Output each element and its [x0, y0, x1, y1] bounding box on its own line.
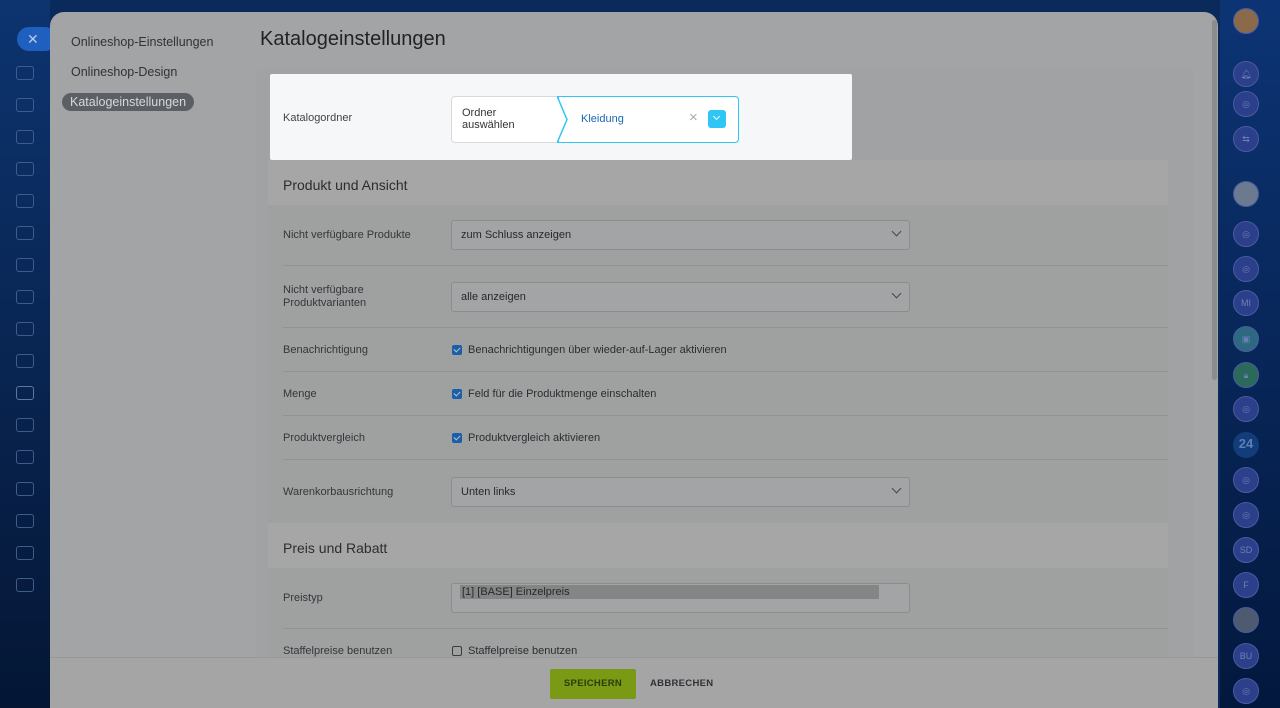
- notification-checkbox[interactable]: [452, 345, 462, 355]
- unavailable-products-select[interactable]: zum Schluss anzeigen: [451, 220, 910, 250]
- select-value: alle anzeigen: [461, 291, 526, 303]
- contact-avatar[interactable]: [1233, 607, 1259, 633]
- divider: [283, 371, 1168, 372]
- shop-cart-icon[interactable]: [16, 386, 34, 400]
- card-icon[interactable]: [16, 546, 34, 560]
- clear-icon[interactable]: ×: [689, 109, 698, 126]
- quantity-checkbox-label[interactable]: Feld für die Produktmenge einschalten: [468, 388, 656, 400]
- menu-item-shop-settings[interactable]: Onlineshop-Einstellungen: [71, 35, 213, 49]
- catalog-folder-field[interactable]: Kleidung ×: [557, 95, 739, 143]
- catalog-folder-row: Katalogordner Ordner auswählen Kleidung …: [270, 74, 852, 160]
- section-header-price: Preis und Rabatt: [268, 523, 1168, 568]
- unavailable-products-label: Nicht verfügbare Produkte: [283, 229, 411, 241]
- tier-prices-checkbox[interactable]: [452, 646, 462, 656]
- contact-badge[interactable]: F: [1233, 572, 1259, 598]
- chevron-down-icon: [891, 288, 902, 299]
- notification-label: Benachrichtigung: [283, 344, 369, 356]
- robot-icon[interactable]: [16, 578, 34, 592]
- divider: [283, 459, 1168, 460]
- product-rows: [268, 205, 1168, 523]
- chat-icon[interactable]: ◎: [1233, 396, 1259, 422]
- notification-checkbox-label[interactable]: Benachrichtigungen über wieder-auf-Lager…: [468, 344, 727, 356]
- contact-badge[interactable]: BU: [1233, 643, 1259, 669]
- arrow-notch: [557, 95, 568, 143]
- unavailable-variants-label: Nicht verfügbare Produktvarianten: [283, 284, 367, 309]
- divider: [283, 415, 1168, 416]
- divider: [283, 327, 1168, 328]
- catalog-folder-value: Kleidung: [581, 113, 624, 125]
- analytics-icon[interactable]: [16, 354, 34, 368]
- chat-icon[interactable]: ◎: [1233, 256, 1259, 282]
- price-type-label: Preistyp: [283, 592, 323, 604]
- menu-item-shop-design[interactable]: Onlineshop-Design: [71, 65, 177, 79]
- tasks-icon[interactable]: [16, 322, 34, 336]
- select-value: zum Schluss anzeigen: [461, 229, 572, 241]
- price-type-option[interactable]: [1] [BASE] Einzelpreis: [460, 585, 879, 599]
- home-icon[interactable]: [16, 66, 34, 80]
- contact-avatar[interactable]: [1233, 181, 1259, 207]
- chat-icon[interactable]: ◎: [1233, 91, 1259, 117]
- cart-position-label: Warenkorbausrichtung: [283, 486, 394, 498]
- divider: [283, 265, 1168, 266]
- compare-checkbox-label[interactable]: Produktvergleich aktivieren: [468, 432, 600, 444]
- chat-icon[interactable]: ◎: [1233, 467, 1259, 493]
- app-sidebar: ✕: [0, 0, 57, 708]
- select-value: Unten links: [461, 486, 516, 498]
- chevron-down-icon[interactable]: [708, 110, 726, 128]
- target-icon[interactable]: [16, 450, 34, 464]
- chat-icon[interactable]: ◎: [1233, 502, 1259, 528]
- section-header-product: Produkt und Ansicht: [268, 160, 1168, 205]
- tier-prices-checkbox-label[interactable]: Staffelpreise benutzen: [468, 645, 577, 657]
- quantity-checkbox[interactable]: [452, 389, 462, 399]
- compare-checkbox[interactable]: [452, 433, 462, 443]
- user-avatar[interactable]: [1233, 8, 1259, 34]
- scrollbar[interactable]: [1212, 20, 1217, 380]
- news-icon[interactable]: [16, 130, 34, 144]
- quantity-label: Menge: [283, 388, 317, 400]
- contact-badge[interactable]: SD: [1233, 537, 1259, 563]
- chat-icon[interactable]: ◎: [1233, 221, 1259, 247]
- contact-badge[interactable]: MI: [1233, 290, 1259, 316]
- chevron-down-icon: [891, 226, 902, 237]
- inbox-icon[interactable]: [16, 226, 34, 240]
- cart-position-select[interactable]: Unten links: [451, 477, 910, 507]
- bell-icon[interactable]: 🔔︎: [1233, 61, 1259, 87]
- folder-select-button[interactable]: Ordner auswählen: [451, 96, 561, 143]
- monitor-icon[interactable]: ▣: [1233, 326, 1259, 352]
- catalog-folder-label: Katalogordner: [283, 112, 353, 124]
- messages-icon[interactable]: ⇆: [1233, 126, 1259, 152]
- page-title: Katalogeinstellungen: [260, 28, 446, 50]
- presentation-icon[interactable]: [16, 258, 34, 272]
- lock-icon[interactable]: 🔒︎: [1233, 362, 1259, 388]
- divider: [283, 628, 1168, 629]
- store-icon[interactable]: [16, 514, 34, 528]
- compare-label: Produktvergleich: [283, 432, 365, 444]
- price-type-listbox[interactable]: [1] [BASE] Einzelpreis: [451, 583, 910, 613]
- funnel-icon[interactable]: [16, 418, 34, 432]
- feed-icon[interactable]: [16, 98, 34, 112]
- bitrix24-badge[interactable]: 24: [1233, 432, 1259, 458]
- footer-bar: SPEICHERN ABBRECHEN: [50, 657, 1218, 708]
- save-button[interactable]: SPEICHERN: [550, 669, 636, 699]
- cancel-button[interactable]: ABBRECHEN: [650, 669, 713, 699]
- chevron-down-icon: [891, 483, 902, 494]
- document-icon[interactable]: [16, 194, 34, 208]
- unavailable-variants-select[interactable]: alle anzeigen: [451, 282, 910, 312]
- calendar-icon[interactable]: [16, 290, 34, 304]
- pen-icon[interactable]: [16, 482, 34, 496]
- contacts-icon[interactable]: [16, 162, 34, 176]
- chat-icon[interactable]: ◎: [1233, 678, 1259, 704]
- menu-item-catalog-settings[interactable]: Katalogeinstellungen: [62, 93, 195, 111]
